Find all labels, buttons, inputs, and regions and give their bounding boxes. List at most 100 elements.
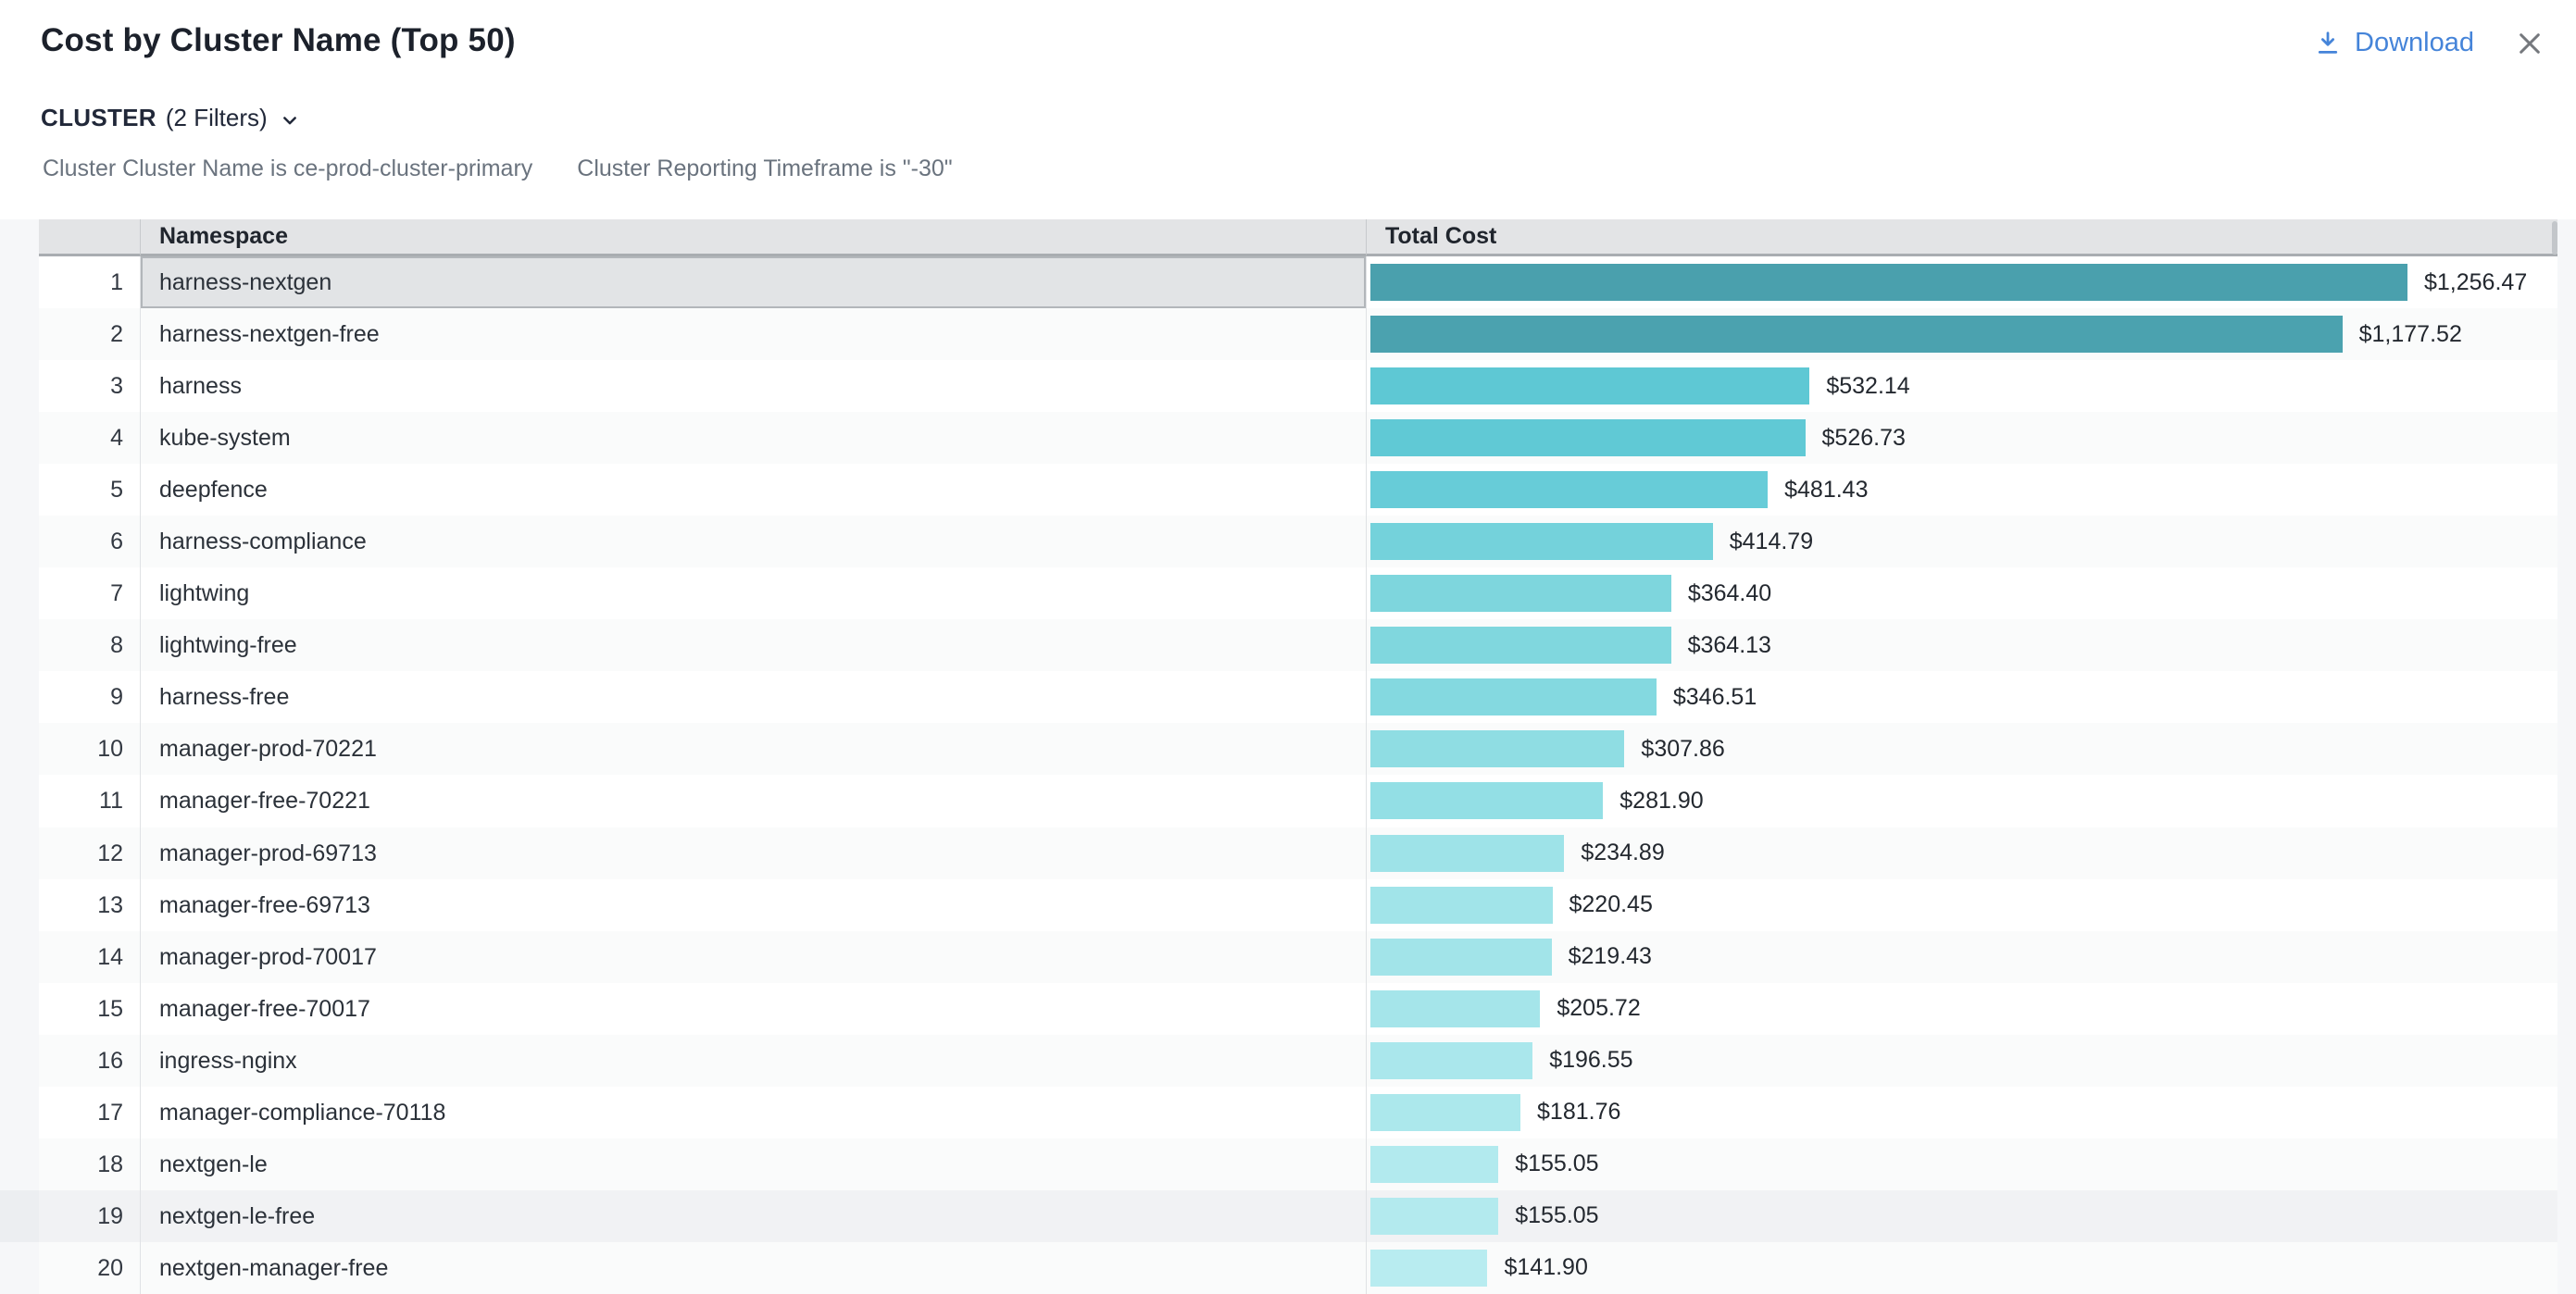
row-right-gutter bbox=[2557, 516, 2576, 567]
row-number-cell[interactable]: 7 bbox=[39, 567, 141, 619]
table-row[interactable]: 3harness$532.14 bbox=[0, 360, 2576, 412]
row-number-cell[interactable]: 19 bbox=[39, 1190, 141, 1242]
namespace-cell[interactable]: manager-prod-70017 bbox=[141, 931, 1367, 983]
table-row[interactable]: 18nextgen-le$155.05 bbox=[0, 1138, 2576, 1190]
cost-bar bbox=[1370, 730, 1624, 767]
table-row[interactable]: 8lightwing-free$364.13 bbox=[0, 619, 2576, 671]
row-number-cell[interactable]: 6 bbox=[39, 516, 141, 567]
vertical-scrollbar-thumb[interactable] bbox=[2552, 221, 2557, 255]
cost-bar bbox=[1370, 316, 2343, 353]
total-cost-cell[interactable]: $234.89 bbox=[1367, 827, 2557, 879]
namespace-cell[interactable]: kube-system bbox=[141, 412, 1367, 464]
total-cost-cell[interactable]: $220.45 bbox=[1367, 879, 2557, 931]
row-number-cell[interactable]: 2 bbox=[39, 308, 141, 360]
table-row[interactable]: 13manager-free-69713$220.45 bbox=[0, 879, 2576, 931]
row-number-cell[interactable]: 10 bbox=[39, 723, 141, 775]
cost-bar bbox=[1370, 627, 1671, 664]
namespace-cell[interactable]: lightwing-free bbox=[141, 619, 1367, 671]
total-cost-cell[interactable]: $219.43 bbox=[1367, 931, 2557, 983]
total-cost-cell[interactable]: $155.05 bbox=[1367, 1138, 2557, 1190]
total-cost-cell[interactable]: $364.13 bbox=[1367, 619, 2557, 671]
row-number-cell[interactable]: 20 bbox=[39, 1242, 141, 1294]
row-right-gutter bbox=[2557, 879, 2576, 931]
table-row[interactable]: 12manager-prod-69713$234.89 bbox=[0, 827, 2576, 879]
namespace-cell[interactable]: nextgen-le bbox=[141, 1138, 1367, 1190]
table-row[interactable]: 17manager-compliance-70118$181.76 bbox=[0, 1087, 2576, 1138]
row-number-cell[interactable]: 3 bbox=[39, 360, 141, 412]
header-actions: Download bbox=[2314, 28, 2545, 58]
namespace-cell[interactable]: harness-nextgen-free bbox=[141, 308, 1367, 360]
row-number-cell[interactable]: 1 bbox=[39, 256, 141, 308]
table-row[interactable]: 16ingress-nginx$196.55 bbox=[0, 1035, 2576, 1087]
table-left-gutter bbox=[0, 219, 39, 256]
namespace-cell[interactable]: harness-nextgen bbox=[141, 256, 1367, 308]
row-right-gutter bbox=[2557, 308, 2576, 360]
row-right-gutter bbox=[2557, 1242, 2576, 1294]
row-number-column-header bbox=[39, 219, 141, 256]
row-left-gutter bbox=[0, 983, 39, 1035]
namespace-cell[interactable]: manager-free-70017 bbox=[141, 983, 1367, 1035]
cost-bar bbox=[1370, 1094, 1520, 1131]
table-row[interactable]: 6harness-compliance$414.79 bbox=[0, 516, 2576, 567]
table-row[interactable]: 19nextgen-le-free$155.05 bbox=[0, 1190, 2576, 1242]
row-number-cell[interactable]: 17 bbox=[39, 1087, 141, 1138]
namespace-cell[interactable]: manager-prod-70221 bbox=[141, 723, 1367, 775]
namespace-cell[interactable]: harness-compliance bbox=[141, 516, 1367, 567]
row-number-cell[interactable]: 12 bbox=[39, 827, 141, 879]
namespace-cell[interactable]: deepfence bbox=[141, 464, 1367, 516]
download-button[interactable]: Download bbox=[2314, 28, 2474, 58]
table-row[interactable]: 14manager-prod-70017$219.43 bbox=[0, 931, 2576, 983]
cluster-filters-dropdown[interactable]: CLUSTER (2 Filters) bbox=[41, 104, 299, 132]
namespace-cell[interactable]: harness-free bbox=[141, 671, 1367, 723]
cost-table: Namespace Total Cost 1harness-nextgen$1,… bbox=[0, 219, 2576, 1294]
table-row[interactable]: 10manager-prod-70221$307.86 bbox=[0, 723, 2576, 775]
table-row[interactable]: 1harness-nextgen$1,256.47 bbox=[0, 256, 2576, 308]
total-cost-cell[interactable]: $155.05 bbox=[1367, 1190, 2557, 1242]
table-row[interactable]: 2harness-nextgen-free$1,177.52 bbox=[0, 308, 2576, 360]
namespace-cell[interactable]: harness bbox=[141, 360, 1367, 412]
total-cost-cell[interactable]: $414.79 bbox=[1367, 516, 2557, 567]
row-number-cell[interactable]: 4 bbox=[39, 412, 141, 464]
table-row[interactable]: 11manager-free-70221$281.90 bbox=[0, 775, 2576, 827]
table-row[interactable]: 9harness-free$346.51 bbox=[0, 671, 2576, 723]
namespace-cell[interactable]: nextgen-le-free bbox=[141, 1190, 1367, 1242]
total-cost-cell[interactable]: $196.55 bbox=[1367, 1035, 2557, 1087]
namespace-cell[interactable]: manager-prod-69713 bbox=[141, 827, 1367, 879]
table-row[interactable]: 20nextgen-manager-free$141.90 bbox=[0, 1242, 2576, 1294]
row-number-cell[interactable]: 13 bbox=[39, 879, 141, 931]
namespace-cell[interactable]: manager-compliance-70118 bbox=[141, 1087, 1367, 1138]
total-cost-cell[interactable]: $526.73 bbox=[1367, 412, 2557, 464]
row-left-gutter bbox=[0, 1035, 39, 1087]
total-cost-cell[interactable]: $205.72 bbox=[1367, 983, 2557, 1035]
row-number-cell[interactable]: 15 bbox=[39, 983, 141, 1035]
total-cost-cell[interactable]: $1,256.47 bbox=[1367, 256, 2557, 308]
table-row[interactable]: 4kube-system$526.73 bbox=[0, 412, 2576, 464]
total-cost-cell[interactable]: $346.51 bbox=[1367, 671, 2557, 723]
namespace-cell[interactable]: nextgen-manager-free bbox=[141, 1242, 1367, 1294]
row-number-cell[interactable]: 5 bbox=[39, 464, 141, 516]
total-cost-cell[interactable]: $481.43 bbox=[1367, 464, 2557, 516]
total-cost-cell[interactable]: $532.14 bbox=[1367, 360, 2557, 412]
row-number-cell[interactable]: 16 bbox=[39, 1035, 141, 1087]
row-number-cell[interactable]: 11 bbox=[39, 775, 141, 827]
table-row[interactable]: 5deepfence$481.43 bbox=[0, 464, 2576, 516]
close-button[interactable] bbox=[2515, 29, 2545, 58]
namespace-cell[interactable]: lightwing bbox=[141, 567, 1367, 619]
row-number-cell[interactable]: 9 bbox=[39, 671, 141, 723]
row-number-cell[interactable]: 8 bbox=[39, 619, 141, 671]
total-cost-cell[interactable]: $1,177.52 bbox=[1367, 308, 2557, 360]
table-row[interactable]: 7lightwing$364.40 bbox=[0, 567, 2576, 619]
table-row[interactable]: 15manager-free-70017$205.72 bbox=[0, 983, 2576, 1035]
total-cost-cell[interactable]: $281.90 bbox=[1367, 775, 2557, 827]
namespace-cell[interactable]: manager-free-69713 bbox=[141, 879, 1367, 931]
row-number-cell[interactable]: 14 bbox=[39, 931, 141, 983]
total-cost-cell[interactable]: $181.76 bbox=[1367, 1087, 2557, 1138]
total-cost-cell[interactable]: $141.90 bbox=[1367, 1242, 2557, 1294]
total-cost-cell[interactable]: $307.86 bbox=[1367, 723, 2557, 775]
total-cost-cell[interactable]: $364.40 bbox=[1367, 567, 2557, 619]
row-right-gutter bbox=[2557, 775, 2576, 827]
namespace-cell[interactable]: ingress-nginx bbox=[141, 1035, 1367, 1087]
namespace-cell[interactable]: manager-free-70221 bbox=[141, 775, 1367, 827]
row-right-gutter bbox=[2557, 1087, 2576, 1138]
row-number-cell[interactable]: 18 bbox=[39, 1138, 141, 1190]
